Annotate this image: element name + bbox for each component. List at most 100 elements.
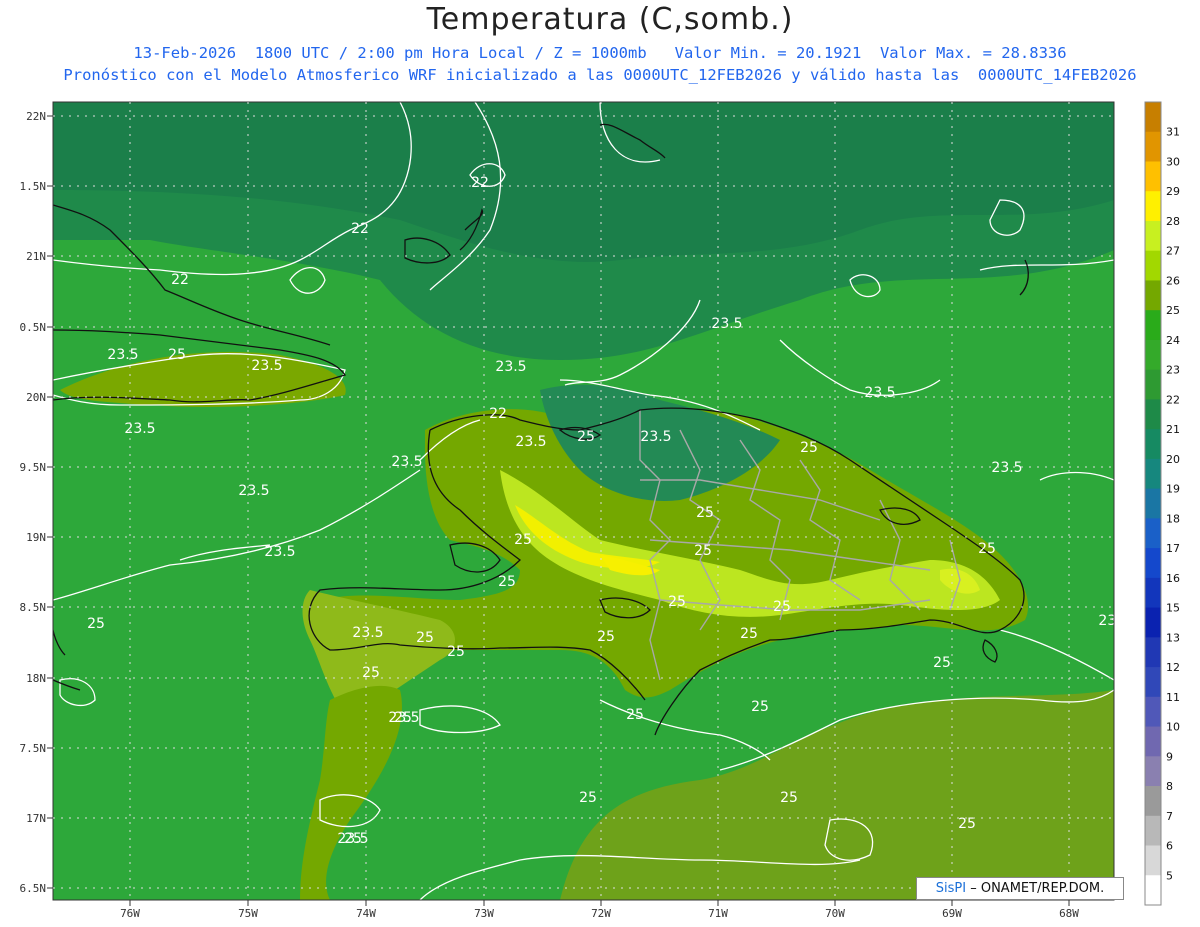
colorbar-swatch	[1145, 696, 1161, 728]
colorbar-label: 10	[1166, 721, 1180, 734]
colorbar-swatch	[1145, 458, 1161, 490]
lat-tick-label: 20N	[26, 391, 46, 404]
contour-label: 25	[696, 505, 714, 521]
contour-label: 22	[171, 272, 189, 288]
colorbar-label: 29	[1166, 185, 1180, 198]
colorbar-swatch	[1145, 726, 1161, 757]
colorbar-label: 26	[1166, 274, 1180, 287]
colorbar-label: 15	[1166, 602, 1180, 615]
colorbar-label: 8	[1166, 780, 1173, 793]
contour-label: 23.5	[864, 385, 895, 401]
lon-tick-label: 70W	[825, 907, 845, 920]
longitude-axis: 76W 75W 74W 73W 72W 71W 70W 69W 68W	[120, 900, 1079, 920]
contour-label: 25	[740, 626, 758, 642]
colorbar-label: 7	[1166, 810, 1173, 823]
credit-brand: SisPI	[935, 881, 967, 896]
contour-label: 25	[626, 707, 644, 723]
contour-label: 23.5	[991, 460, 1022, 476]
contour-label: 25	[800, 440, 818, 456]
colorbar-label: 28	[1166, 215, 1180, 228]
lon-tick-label: 69W	[942, 907, 962, 920]
contour-label: 23.5	[238, 483, 269, 499]
contour-label: 25	[597, 629, 615, 645]
lon-tick-label: 74W	[356, 907, 376, 920]
contour-label: 25	[362, 665, 380, 681]
colorbar-swatch	[1145, 280, 1161, 311]
temperature-map: 22 22 22 23.5 23.5 25 23.5 23.5 23.5 23.5 23.5 23.5…	[20, 101, 1180, 920]
colorbar-label: 18	[1166, 512, 1180, 525]
lon-tick-label: 68W	[1059, 907, 1079, 920]
lat-tick-label: 22N	[26, 110, 46, 123]
colorbar-label: 22	[1166, 393, 1180, 406]
colorbar-label: 19	[1166, 483, 1180, 496]
contour-label: 25	[447, 644, 465, 660]
contour-label: 25	[668, 594, 686, 610]
colorbar-swatch	[1145, 815, 1161, 847]
lat-tick-label: 8.5N	[20, 601, 47, 614]
contour-label: 23.5	[640, 429, 671, 445]
colorbar-swatch	[1145, 756, 1161, 787]
colorbar-swatch	[1145, 577, 1161, 609]
colorbar-swatch	[1145, 250, 1161, 281]
contour-label: 23.5	[391, 454, 422, 470]
colorbar-label: 24	[1166, 334, 1180, 347]
colorbar-label: 16	[1166, 572, 1180, 585]
contour-label: 23.5	[711, 316, 742, 332]
lat-tick-label: 7.5N	[20, 742, 47, 755]
colorbar-swatch	[1145, 518, 1161, 549]
colorbar-label: 21	[1166, 423, 1180, 436]
colorbar-swatch	[1145, 667, 1161, 698]
contour-label: 25	[577, 429, 595, 445]
colorbar-swatch	[1145, 339, 1161, 371]
colorbar-swatch	[1145, 429, 1161, 460]
contour-label: 22	[489, 406, 507, 422]
contour-label: 25	[344, 831, 362, 847]
contour-label: 25	[978, 541, 996, 557]
colorbar-swatch	[1145, 786, 1161, 817]
lat-tick-label: 17N	[26, 812, 46, 825]
colorbar-swatch	[1145, 607, 1161, 638]
colorbar-label: 17	[1166, 542, 1180, 555]
lat-tick-label: 18N	[26, 672, 46, 685]
colorbar-swatch	[1145, 399, 1161, 430]
latitude-axis: 22N 1.5N 21N 0.5N 20N 9.5N 19N 8.5N 18N 7.5N 17N 6.…	[20, 110, 53, 895]
colorbar-swatch	[1145, 548, 1161, 579]
colorbar-swatch	[1145, 191, 1161, 222]
colorbar-label: 5	[1166, 869, 1173, 882]
colorbar-label: 20	[1166, 453, 1180, 466]
colorbar-swatch	[1145, 369, 1161, 400]
colorbar-swatch	[1145, 488, 1161, 519]
contour-label: 23.5	[264, 544, 295, 560]
colorbar-swatch	[1145, 875, 1161, 906]
colorbar-swatch	[1145, 637, 1161, 668]
contour-label: 25	[694, 543, 712, 559]
colorbar-swatch	[1145, 845, 1161, 876]
contour-label: 23.5	[515, 434, 546, 450]
colorbar-label: 13	[1166, 631, 1180, 644]
lat-tick-label: 6.5N	[20, 882, 47, 895]
contour-label: 23.5	[124, 421, 155, 437]
credit-box: SisPI – ONAMET/REP.DOM.	[916, 877, 1124, 900]
contour-label: 25	[168, 347, 186, 363]
lat-tick-label: 21N	[26, 250, 46, 263]
map-field: 22 22 22 23.5 23.5 25 23.5 23.5 23.5 23.5 23.5 23.5…	[53, 102, 1114, 900]
contour-label: 23.5	[495, 359, 526, 375]
contour-label: 25	[933, 655, 951, 671]
contour-label: 25	[751, 699, 769, 715]
lat-tick-label: 0.5N	[20, 321, 47, 334]
colorbar-label: 23	[1166, 364, 1180, 377]
colorbar-label: 31	[1166, 126, 1180, 139]
contour-label: 25	[514, 532, 532, 548]
colorbar-swatch	[1145, 131, 1161, 162]
colorbar-swatch	[1145, 102, 1161, 133]
colorbar-label: 30	[1166, 155, 1180, 168]
credit-text: – ONAMET/REP.DOM.	[966, 881, 1105, 896]
lat-tick-label: 9.5N	[20, 461, 47, 474]
colorbar-swatch	[1145, 161, 1161, 192]
colorbar-swatch	[1145, 220, 1161, 252]
lon-tick-label: 75W	[238, 907, 258, 920]
colorbar-swatch	[1145, 310, 1161, 341]
lat-tick-label: 19N	[26, 531, 46, 544]
colorbar-label: 6	[1166, 840, 1173, 853]
contour-label: 25	[780, 790, 798, 806]
